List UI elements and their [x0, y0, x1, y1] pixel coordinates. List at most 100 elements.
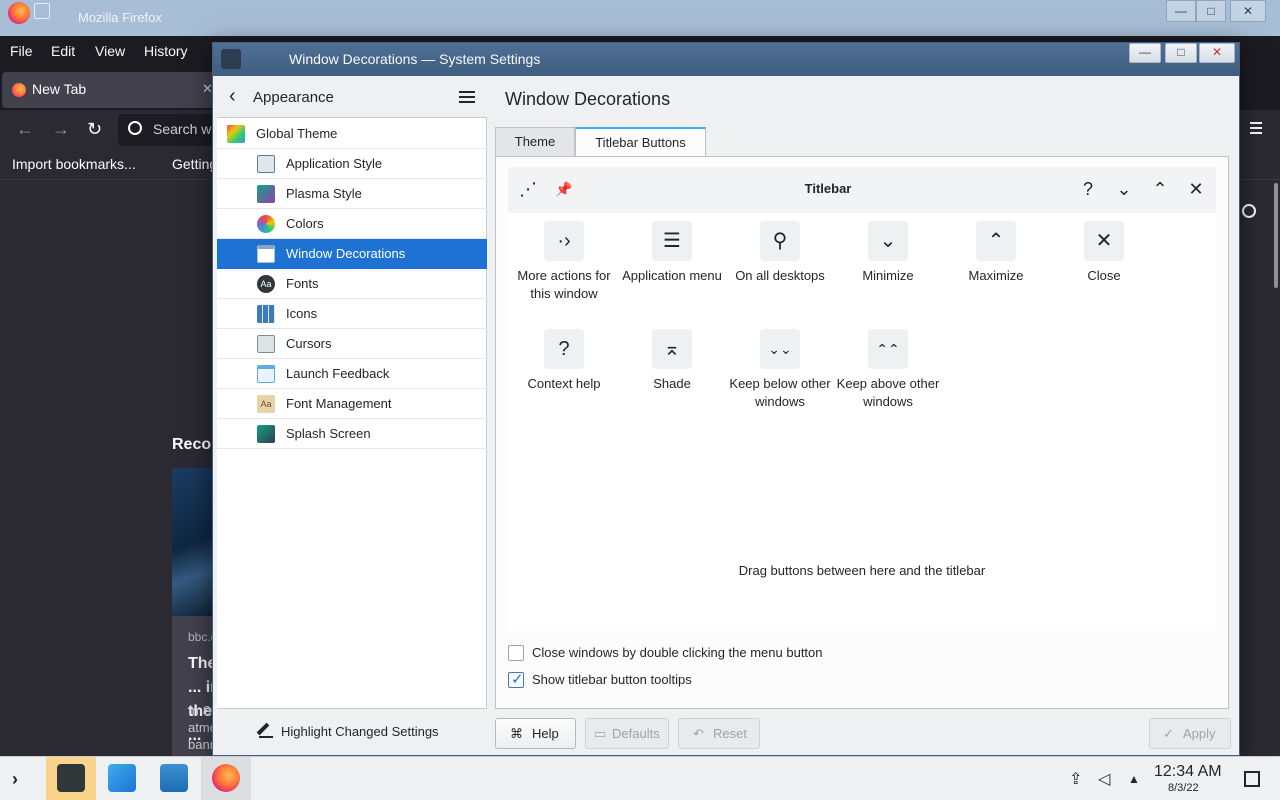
- clock-date[interactable]: 8/3/22: [1168, 782, 1199, 794]
- pool-button-context-help[interactable]: ? Context help: [510, 329, 618, 393]
- minimize-icon[interactable]: ⌄: [1112, 177, 1136, 201]
- checkbox-label: Close windows by double clicking the men…: [532, 645, 823, 660]
- firefox-maximize-button[interactable]: □: [1196, 0, 1226, 22]
- pen-icon: [259, 724, 273, 738]
- tab-label: New Tab: [32, 81, 87, 97]
- pool-button-label: Context help: [527, 376, 601, 391]
- settings-minimize-button[interactable]: —: [1129, 43, 1161, 63]
- sidebar-item-launch-feedback[interactable]: Launch Feedback: [217, 359, 487, 389]
- shade-icon: ⌅: [652, 329, 692, 369]
- pool-button-label: Shade: [653, 376, 691, 391]
- font-management-icon: Aa: [257, 395, 275, 413]
- launch-feedback-icon: [257, 365, 275, 383]
- show-desktop-icon[interactable]: [1244, 771, 1260, 787]
- taskbar-dolphin[interactable]: [149, 757, 199, 800]
- reset-button[interactable]: ↶ Reset: [678, 718, 760, 749]
- fonts-icon: Aa: [257, 275, 275, 293]
- menu-edit[interactable]: Edit: [51, 43, 75, 59]
- splash-screen-icon: [257, 425, 275, 443]
- discover-store-icon: [108, 764, 136, 792]
- pool-button-label: Minimize: [862, 268, 914, 283]
- close-icon[interactable]: ✕: [1184, 177, 1208, 201]
- firefox-logo-icon: [8, 2, 30, 24]
- pool-button-on-all-desktops[interactable]: ⚲ On all desktops: [726, 221, 834, 285]
- tab-theme[interactable]: Theme: [495, 127, 575, 157]
- sidebar-item-global-theme[interactable]: Global Theme: [217, 119, 487, 149]
- sidebar-item-application-style[interactable]: Application Style: [217, 149, 487, 179]
- taskbar-discover[interactable]: [97, 757, 147, 800]
- sidebar-item-window-decorations[interactable]: Window Decorations: [217, 239, 487, 269]
- more-actions-icon: ·›: [544, 221, 584, 261]
- sidebar-item-label: Global Theme: [256, 126, 338, 141]
- pool-button-keep-above[interactable]: ⌃⌃ Keep above other windows: [834, 329, 942, 411]
- newtab-settings-gear-icon[interactable]: [1242, 204, 1256, 218]
- application-launcher[interactable]: ›: [0, 757, 50, 800]
- sidebar-item-splash-screen[interactable]: Splash Screen: [217, 419, 487, 449]
- sidebar-hamburger-icon[interactable]: [459, 91, 475, 103]
- sidebar-item-icons[interactable]: Icons: [217, 299, 487, 329]
- defaults-button[interactable]: ▭ Defaults: [585, 718, 669, 749]
- sidebar-item-label: Application Style: [286, 156, 383, 171]
- pool-button-maximize[interactable]: ⌃ Maximize: [942, 221, 1050, 285]
- tab-new-tab[interactable]: New Tab ✕: [2, 72, 216, 108]
- back-chevron-icon[interactable]: ‹: [229, 86, 236, 106]
- sidebar-list: Global Theme Application Style Plasma St…: [217, 119, 487, 449]
- keep-below-icon: ⌄⌄: [760, 329, 800, 369]
- forward-arrow-icon[interactable]: →: [52, 119, 70, 140]
- context-help-icon[interactable]: ?: [1076, 177, 1100, 201]
- pool-button-application-menu[interactable]: ☰ Application menu: [618, 221, 726, 285]
- sidebar-item-label: Plasma Style: [286, 186, 362, 201]
- settings-sidebar: ‹ Appearance Global Theme Application St…: [217, 76, 487, 754]
- settings-maximize-button[interactable]: □: [1165, 43, 1197, 63]
- checkbox-box[interactable]: [508, 645, 524, 661]
- document-icon: ▭: [594, 726, 607, 741]
- volume-muted-icon[interactable]: ◁: [1098, 769, 1110, 789]
- import-bookmarks-link[interactable]: Import bookmarks...: [12, 156, 136, 172]
- sidebar-item-label: Window Decorations: [286, 246, 406, 261]
- window-decorations-icon: [257, 245, 275, 263]
- pool-button-close[interactable]: ✕ Close: [1050, 221, 1158, 285]
- undo-icon: ↶: [693, 726, 704, 741]
- menu-history[interactable]: History: [144, 43, 188, 59]
- sidebar-item-label: Colors: [286, 216, 324, 231]
- back-arrow-icon[interactable]: ←: [16, 119, 34, 140]
- settings-app-icon: [221, 49, 241, 69]
- apply-button[interactable]: ✓ Apply: [1149, 718, 1231, 749]
- menu-file[interactable]: File: [10, 43, 33, 59]
- settings-titlebar[interactable]: Window Decorations — System Settings — □…: [213, 43, 1239, 76]
- network-icon[interactable]: ⇪: [1069, 769, 1082, 789]
- pool-button-shade[interactable]: ⌅ Shade: [618, 329, 726, 393]
- sidebar-item-font-management[interactable]: Aa Font Management: [217, 389, 487, 419]
- pool-button-label: Maximize: [968, 268, 1024, 283]
- sidebar-item-plasma-style[interactable]: Plasma Style: [217, 179, 487, 209]
- taskbar-system-settings[interactable]: [46, 757, 96, 800]
- titlebar-preview[interactable]: ⋰ 📌 Titlebar ? ⌄ ⌃ ✕: [508, 167, 1216, 213]
- preview-title: Titlebar: [804, 181, 852, 196]
- checkmark-icon: ✓: [1163, 726, 1174, 741]
- firefox-menu-icon[interactable]: [1250, 122, 1262, 134]
- firefox-window-title: Mozilla Firefox: [78, 10, 162, 25]
- taskbar-firefox[interactable]: [201, 757, 251, 800]
- sidebar-item-colors[interactable]: Colors: [217, 209, 487, 239]
- maximize-icon[interactable]: ⌃: [1148, 177, 1172, 201]
- clock-time[interactable]: 12:34 AM: [1154, 763, 1222, 781]
- reload-icon[interactable]: ↻: [87, 119, 102, 140]
- sidebar-item-fonts[interactable]: Aa Fonts: [217, 269, 487, 299]
- tray-expand-icon[interactable]: ▲: [1128, 772, 1140, 786]
- settings-close-button[interactable]: ✕: [1199, 43, 1235, 63]
- minimize-icon: ⌄: [868, 221, 908, 261]
- pool-button-keep-below[interactable]: ⌄⌄ Keep below other windows: [726, 329, 834, 411]
- page-scrollbar[interactable]: [1274, 183, 1278, 288]
- checkbox-box[interactable]: [508, 670, 524, 688]
- tab-titlebar-buttons[interactable]: Titlebar Buttons: [575, 127, 706, 158]
- sidebar-item-cursors[interactable]: Cursors: [217, 329, 487, 359]
- firefox-close-button[interactable]: ✕: [1230, 0, 1266, 22]
- pool-button-minimize[interactable]: ⌄ Minimize: [834, 221, 942, 285]
- highlight-changed-settings-button[interactable]: Highlight Changed Settings: [217, 708, 487, 754]
- sidebar-back-label[interactable]: Appearance: [253, 89, 334, 106]
- firefox-minimize-button[interactable]: —: [1166, 0, 1196, 22]
- pool-button-more-actions[interactable]: ·› More actions for this window: [510, 221, 618, 303]
- help-button[interactable]: ⌘ Help: [495, 718, 576, 749]
- menu-view[interactable]: View: [95, 43, 125, 59]
- app-grid-icon[interactable]: [34, 3, 50, 19]
